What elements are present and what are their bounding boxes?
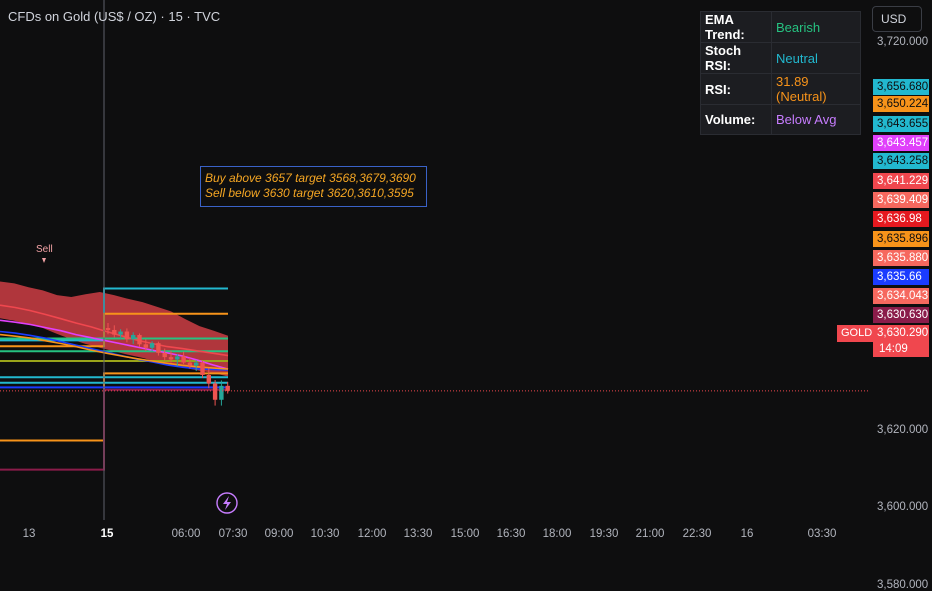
indicator-value: Neutral — [771, 42, 861, 74]
y-tick-label: 3,720.000 — [877, 36, 929, 48]
candle[interactable] — [175, 356, 180, 360]
x-tick-label: 16:30 — [496, 528, 526, 540]
price-tag: 3,643.457 — [873, 135, 929, 151]
indicator-table: EMA Trend: Bearish Stoch RSI: Neutral RSI: 31… — [700, 11, 861, 135]
price-tag: 3,643.258 — [873, 153, 929, 169]
annotation-buy-line: Buy above 3657 target 3568,3679,3690 — [205, 171, 416, 185]
price-tag: 3,639.409 — [873, 192, 929, 208]
indicator-row: Stoch RSI: Neutral — [700, 42, 861, 74]
candle[interactable] — [181, 356, 186, 363]
candle[interactable] — [118, 331, 123, 335]
y-tick-label: 3,580.000 — [877, 578, 929, 591]
price-tag: 3,641.229 — [873, 173, 929, 189]
candle[interactable] — [143, 344, 148, 348]
annotation-sell-line: Sell below 3630 target 3620,3610,3595 — [205, 186, 414, 200]
candle[interactable] — [168, 357, 174, 360]
sell-signal: Sell — [36, 244, 53, 263]
indicator-key: Stoch RSI: — [700, 42, 772, 74]
indicator-value: Bearish — [771, 11, 861, 43]
x-tick-label: 10:30 — [310, 528, 340, 540]
y-tick-label: 3,620.000 — [877, 423, 929, 436]
candle[interactable] — [225, 385, 230, 391]
candle[interactable] — [124, 331, 130, 340]
candle[interactable] — [149, 343, 155, 348]
sell-label: Sell — [36, 244, 53, 255]
candle[interactable] — [206, 374, 211, 384]
candle[interactable] — [112, 329, 117, 335]
indicator-row: EMA Trend: Bearish — [700, 11, 861, 43]
x-tick-label: 18:00 — [542, 528, 572, 540]
candle[interactable] — [137, 335, 142, 345]
candle[interactable] — [219, 385, 224, 400]
price-tag: 3,656.680 — [873, 79, 929, 95]
price-tag: 3,643.655 — [873, 116, 929, 132]
price-tag: 3,650.224 — [873, 96, 929, 112]
level-line — [0, 388, 228, 471]
price-tag: 3,635.66 — [873, 269, 929, 285]
candle[interactable] — [131, 335, 136, 340]
candle[interactable] — [200, 362, 205, 375]
candle[interactable] — [105, 328, 111, 330]
candle[interactable] — [156, 343, 161, 353]
symbol-label: GOLD — [837, 325, 877, 342]
candle[interactable] — [162, 352, 167, 358]
price-tag: 3,634.043 — [873, 288, 929, 304]
x-tick-label: 06:00 — [171, 528, 201, 540]
price-tag: 3,630.630 — [873, 307, 929, 323]
x-tick-label: 19:30 — [589, 528, 619, 540]
lightning-icon[interactable] — [216, 492, 238, 514]
sell-arrow-icon — [42, 258, 46, 263]
indicator-row: RSI: 31.89 (Neutral) — [700, 73, 861, 105]
candle[interactable] — [187, 362, 193, 366]
x-tick-label: 15 — [100, 528, 114, 540]
indicator-key: Volume: — [700, 104, 772, 135]
candle[interactable] — [212, 383, 218, 400]
x-tick-label: 09:00 — [264, 528, 294, 540]
last-price-tag: 3,630.290 — [873, 325, 929, 341]
x-tick-label: 13 — [22, 528, 36, 540]
indicator-row: Volume: Below Avg — [700, 104, 861, 135]
x-tick-label: 22:30 — [682, 528, 712, 540]
indicator-key: RSI: — [700, 73, 772, 105]
price-tag: 3,636.98 — [873, 211, 929, 227]
currency-button[interactable]: USD — [872, 6, 922, 32]
bar-countdown: 14:09 — [873, 341, 929, 357]
indicator-value: Below Avg — [771, 104, 861, 135]
x-tick-label: 16 — [740, 528, 754, 540]
trade-annotation: Buy above 3657 target 3568,3679,3690 Sel… — [200, 166, 427, 207]
x-tick-label: 15:00 — [450, 528, 480, 540]
indicator-key: EMA Trend: — [700, 11, 772, 43]
x-tick-label: 07:30 — [218, 528, 248, 540]
x-tick-label: 12:00 — [357, 528, 387, 540]
price-tag: 3,635.896 — [873, 231, 929, 247]
x-tick-label: 21:00 — [635, 528, 665, 540]
price-tag: 3,635.880 — [873, 250, 929, 266]
x-tick-label: 13:30 — [403, 528, 433, 540]
indicator-value: 31.89 (Neutral) — [771, 73, 861, 105]
x-tick-label: 03:30 — [807, 528, 837, 540]
chart-title: CFDs on Gold (US$ / OZ) · 15 · TVC — [8, 9, 221, 24]
candle[interactable] — [194, 362, 199, 366]
y-tick-label: 3,600.000 — [877, 501, 929, 514]
